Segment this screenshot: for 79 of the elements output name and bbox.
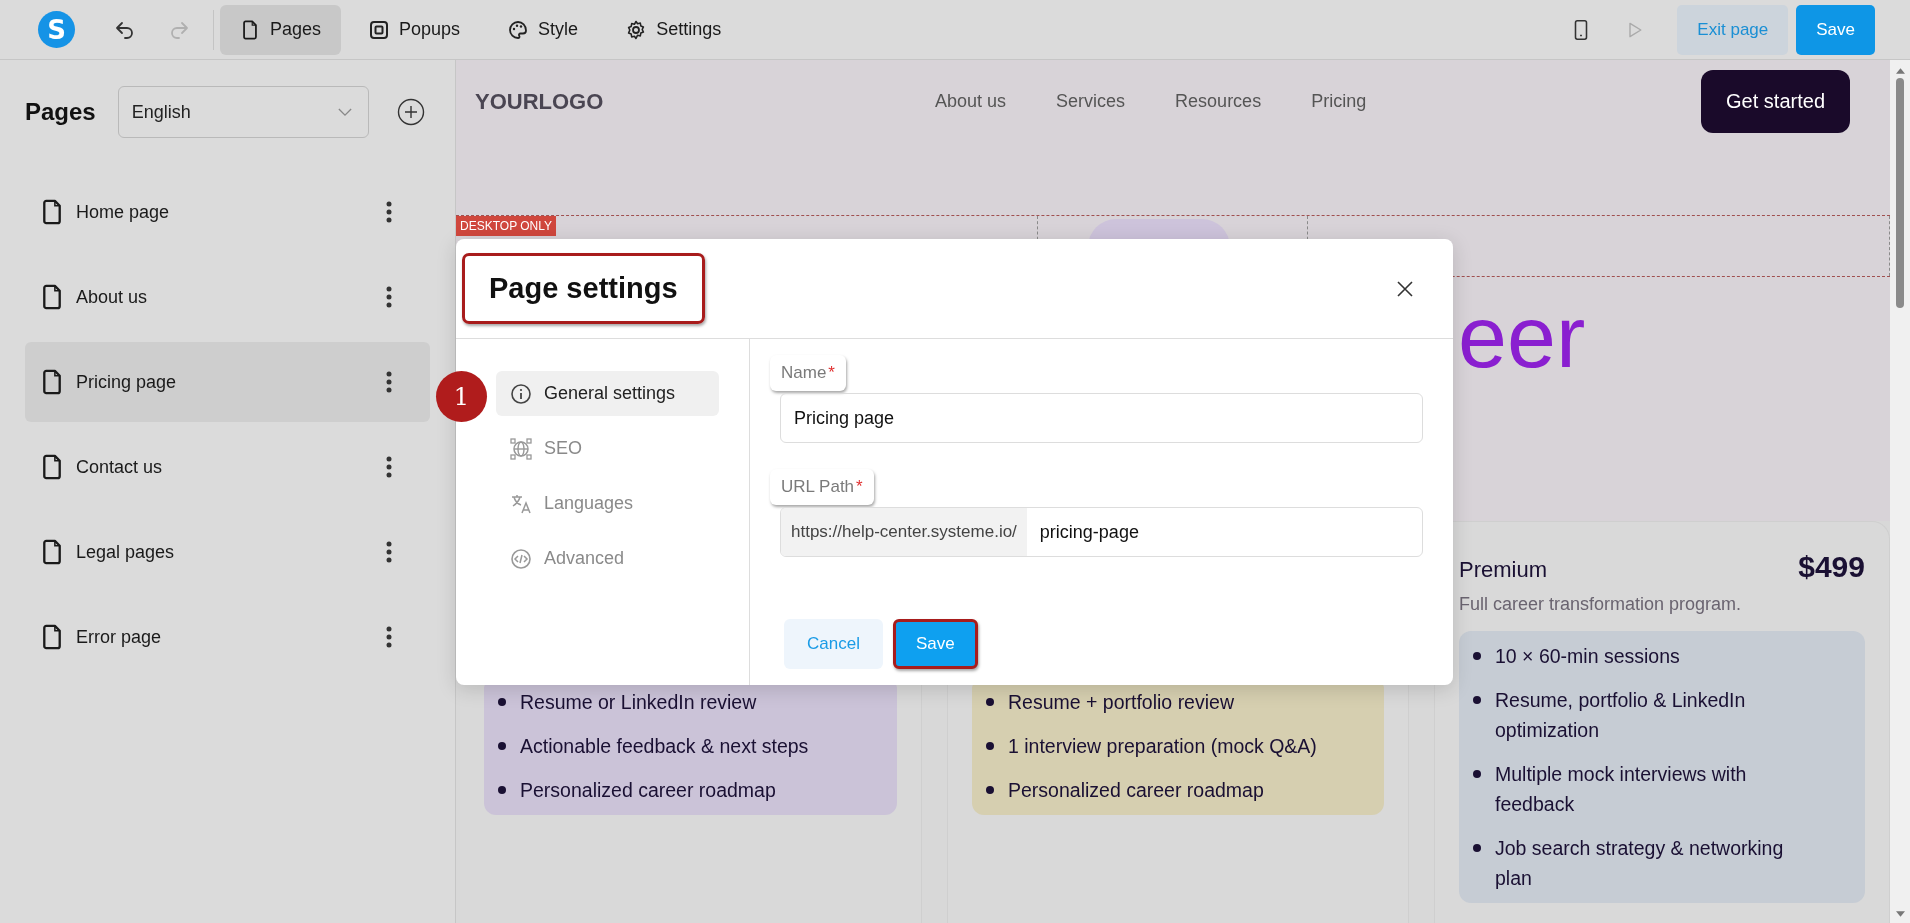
- page-icon: [240, 19, 260, 40]
- file-icon: [42, 284, 62, 310]
- bullet-dot: [498, 742, 506, 750]
- feature-text: Personalized career roadmap: [520, 778, 776, 803]
- language-dropdown[interactable]: English: [117, 86, 369, 138]
- code-icon: [510, 547, 532, 570]
- field-label: Name*: [770, 355, 846, 391]
- bullet-dot: [1473, 844, 1481, 852]
- plan-price: $499: [1798, 550, 1865, 584]
- settings-nav-item[interactable]: Advanced: [496, 536, 719, 581]
- feature-text: Resume + portfolio review: [1008, 690, 1234, 715]
- globe-icon: [510, 437, 532, 460]
- feature-text: Resume or LinkedIn review: [520, 690, 757, 715]
- chevron-down-icon: [337, 107, 352, 117]
- toolbar-tab[interactable]: Style: [488, 4, 599, 55]
- bullet-dot: [986, 786, 994, 794]
- url-path-field[interactable]: https://help-center.systeme.io/ pricing-page: [780, 507, 1423, 557]
- toolbar-tab[interactable]: Settings: [606, 4, 742, 55]
- more-icon[interactable]: [386, 456, 392, 478]
- settings-nav-item[interactable]: Languages: [496, 481, 719, 526]
- scrollbar[interactable]: [1890, 60, 1910, 923]
- feature-text: 10 × 60-min sessions: [1495, 644, 1680, 669]
- toolbar-tab[interactable]: Popups: [349, 4, 481, 55]
- settings-nav-item[interactable]: General settings: [496, 371, 719, 416]
- hero-heading: eer: [1458, 293, 1587, 381]
- nav-link[interactable]: About us: [935, 91, 1007, 112]
- more-icon[interactable]: [386, 371, 392, 393]
- page-list-item[interactable]: Contact us: [25, 427, 430, 507]
- panel-title: Pages: [25, 98, 96, 126]
- nav-link[interactable]: Services: [1056, 91, 1126, 112]
- page-list-item[interactable]: Home page: [25, 172, 430, 252]
- more-icon[interactable]: [386, 626, 392, 648]
- dialog-title: Page settings: [462, 253, 705, 324]
- close-icon[interactable]: [1397, 280, 1413, 297]
- palette-icon: [508, 19, 529, 40]
- file-icon: [42, 454, 62, 480]
- url-prefix: https://help-center.systeme.io/: [781, 508, 1027, 556]
- more-icon[interactable]: [386, 286, 392, 308]
- translate-icon: [510, 492, 532, 515]
- scroll-up-icon[interactable]: [1895, 68, 1905, 74]
- scrollbar-thumb[interactable]: [1896, 78, 1904, 308]
- settings-icon: [626, 19, 647, 40]
- feature-text: Job search strategy & networking plan: [1495, 836, 1785, 891]
- bullet-dot: [498, 698, 506, 706]
- nav-link[interactable]: Resources: [1175, 91, 1262, 112]
- section-tag: DESKTOP ONLY: [456, 216, 557, 236]
- popup-icon: [369, 19, 390, 40]
- page-list-item[interactable]: Pricing page: [25, 342, 430, 422]
- page-list-item[interactable]: About us: [25, 257, 430, 337]
- page-list-item[interactable]: Legal pages: [25, 512, 430, 592]
- site-logo[interactable]: YOURLOGO: [475, 88, 935, 115]
- bullet-dot: [986, 698, 994, 706]
- file-icon: [42, 369, 62, 395]
- field-label: URL Path*: [770, 469, 874, 505]
- feature-text: Personalized career roadmap: [1008, 778, 1264, 803]
- add-icon[interactable]: [396, 98, 425, 126]
- feature-text: Actionable feedback & next steps: [520, 734, 809, 759]
- plan-name: Premium: [1459, 557, 1547, 583]
- more-icon[interactable]: [386, 201, 392, 223]
- file-icon: [42, 199, 62, 225]
- plan-description: Full career transformation program.: [1459, 594, 1743, 615]
- nav-link[interactable]: Pricing: [1311, 91, 1367, 112]
- scroll-down-icon[interactable]: [1895, 911, 1905, 917]
- bullet-dot: [1473, 696, 1481, 704]
- file-icon: [42, 624, 62, 650]
- info-icon: [510, 382, 532, 405]
- bullet-dot: [986, 742, 994, 750]
- get-started-button[interactable]: Get started: [1701, 70, 1850, 133]
- file-icon: [42, 539, 62, 565]
- feature-text: Resume, portfolio & LinkedIn optimization: [1495, 688, 1747, 743]
- name-field[interactable]: Pricing page: [780, 393, 1423, 443]
- bullet-dot: [1473, 652, 1481, 660]
- feature-text: Multiple mock interviews with feedback: [1495, 762, 1748, 817]
- more-icon[interactable]: [386, 541, 392, 563]
- toolbar-tab[interactable]: Pages: [220, 4, 342, 55]
- feature-text: 1 interview preparation (mock Q&A): [1008, 734, 1317, 759]
- bullet-dot: [1473, 770, 1481, 778]
- page-list-item[interactable]: Error page: [25, 597, 430, 677]
- bullet-dot: [498, 786, 506, 794]
